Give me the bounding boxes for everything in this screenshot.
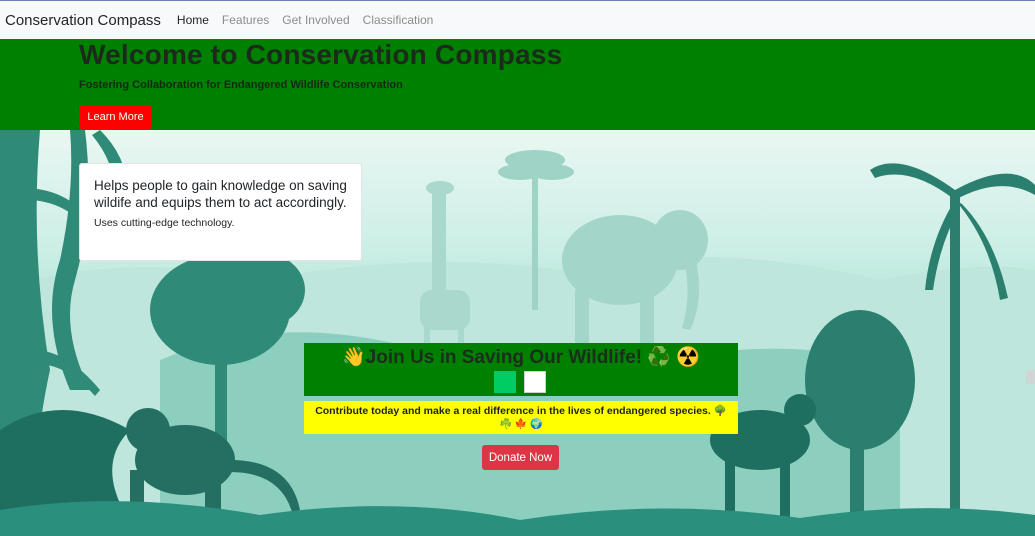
info-card-text: Uses cutting-edge technology. [94,217,235,229]
green-square-icon [494,371,516,393]
nav-link-get-involved[interactable]: Get Involved [282,13,349,27]
join-us-title: 👋Join Us in Saving Our Wildlife! ♻️ ☢️ [342,347,700,368]
top-navbar: Conservation Compass Home Features Get I… [0,0,1035,39]
nav-link-home[interactable]: Home [177,13,209,27]
nav-link-classification[interactable]: Classification [363,13,434,27]
info-card: Helps people to gain knowledge on saving… [79,163,362,261]
contribution-icons: ☘️ 🍁 🌍 [499,419,543,430]
join-us-box: 👋Join Us in Saving Our Wildlife! ♻️ ☢️ [304,343,738,396]
white-square-icon [524,371,546,393]
nav-link-features[interactable]: Features [222,13,269,27]
contribution-text: Contribute today and make a real differe… [315,405,727,417]
donate-now-button[interactable]: Donate Now [482,445,559,470]
hero-subtitle: Fostering Collaboration for Endangered W… [79,79,403,91]
hero-banner: Welcome to Conservation Compass Fosterin… [0,39,1035,130]
info-card-title: Helps people to gain knowledge on saving… [94,178,347,210]
learn-more-button[interactable]: Learn More [79,105,152,129]
hero-title: Welcome to Conservation Compass [79,39,563,70]
side-scroll-tab[interactable] [1026,370,1035,384]
contribution-box: Contribute today and make a real differe… [304,401,738,434]
navbar-brand[interactable]: Conservation Compass [5,12,161,29]
